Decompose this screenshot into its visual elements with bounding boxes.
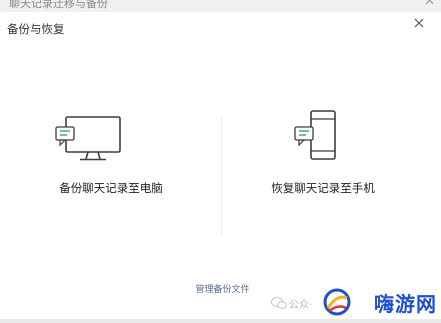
watermark: 公众· 嗨游网	[271, 280, 437, 320]
watermark-logo-text: 嗨游网	[374, 292, 437, 316]
os-close-icon[interactable]: ✕	[424, 0, 435, 9]
backup-to-computer-button[interactable]: 备份聊天记录至电脑	[36, 110, 186, 200]
restore-to-phone-label: 恢复聊天记录至手机	[271, 181, 375, 195]
computer-chat-icon	[55, 116, 121, 161]
wechat-icon	[271, 297, 287, 309]
restore-to-phone-button[interactable]: 恢复聊天记录至手机	[248, 110, 398, 200]
manage-backup-files-link[interactable]: 管理备份文件	[150, 282, 295, 295]
watermark-left-text: 公众·	[289, 300, 313, 311]
phone-chat-icon	[294, 110, 336, 160]
close-icon[interactable]	[412, 16, 426, 30]
center-divider	[221, 116, 222, 236]
os-titlebar-text: 聊天记录迁移与备份	[9, 0, 108, 10]
window-title: 备份与恢复	[7, 22, 65, 36]
watermark-logo-icon	[323, 288, 351, 316]
backup-to-computer-label: 备份聊天记录至电脑	[59, 181, 163, 195]
backup-restore-window: 备份与恢复 备份聊天记录至电脑 恢复聊天记录至手机 管理备份文件	[0, 12, 441, 323]
